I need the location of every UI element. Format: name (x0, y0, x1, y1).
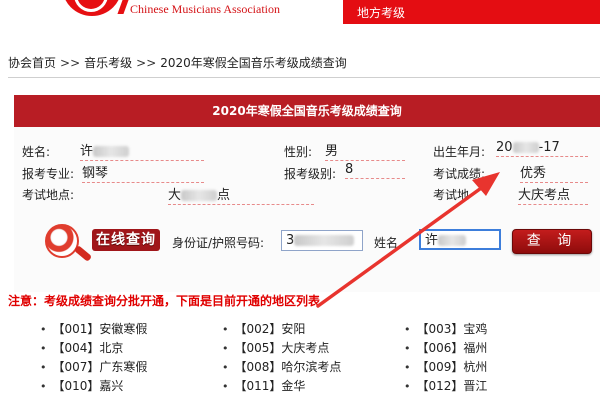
header-nav-bar: 地方考级 (343, 0, 600, 24)
birth-value: 20 -17 (496, 140, 588, 157)
region-item[interactable]: • 【001】安徽寒假 (40, 320, 147, 337)
site-label: 考试地点: (22, 188, 75, 202)
notice-text: 注意：考级成绩查询分批开通，下面是目前开通的地区列表 (8, 294, 321, 308)
redacted-mask (294, 235, 355, 246)
bullet-icon: • (222, 323, 229, 336)
site-value: 大点 (168, 184, 314, 205)
breadcrumb-current: 2020年寒假全国音乐考级成绩查询 (160, 56, 347, 70)
site-label-right: 考试地 (433, 188, 470, 202)
score-label: 考试成绩: (433, 167, 486, 181)
name-label: 姓名: (22, 145, 51, 159)
region-item[interactable]: • 【010】嘉兴 (40, 377, 123, 394)
redacted-mask (181, 190, 218, 201)
id-number-label: 身份证/护照号码: (172, 236, 265, 250)
bullet-icon: • (404, 342, 411, 355)
redacted-mask (438, 235, 467, 246)
region-item[interactable]: • 【005】大庆考点 (222, 339, 329, 356)
level-value: 8 (345, 162, 405, 179)
bullet-icon: • (222, 361, 229, 374)
breadcrumb-separator: >> (60, 56, 81, 70)
region-item[interactable]: • 【012】晋江 (404, 377, 487, 394)
region-item[interactable]: • 【002】安阳 (222, 320, 305, 337)
major-label: 报考专业: (22, 167, 75, 181)
region-item[interactable]: • 【008】哈尔滨考点 (222, 358, 341, 375)
logo-english-name: Chinese Musicians Association (130, 2, 280, 16)
major-value: 钢琴 (82, 162, 204, 183)
breadcrumb-music-exam[interactable]: 音乐考级 (84, 56, 132, 70)
bullet-icon: • (404, 323, 411, 336)
bullet-icon: • (40, 323, 47, 336)
query-submit-button[interactable]: 查 询 (512, 229, 592, 254)
region-item[interactable]: • 【004】北京 (40, 339, 123, 356)
logo-swash (117, 0, 129, 14)
bullet-icon: • (40, 342, 47, 355)
bullet-icon: • (404, 361, 411, 374)
score-value: 优秀 (520, 162, 588, 183)
breadcrumb-separator: >> (136, 56, 157, 70)
breadcrumb-home[interactable]: 协会首页 (8, 56, 56, 70)
gender-label: 性别: (284, 145, 313, 159)
redacted-mask (512, 142, 539, 153)
nav-local-exams[interactable]: 地方考级 (357, 4, 405, 21)
gender-value: 男 (325, 140, 405, 161)
magnifier-icon (45, 224, 79, 258)
site-header: Chinese Musicians Association 地方考级 (0, 0, 600, 24)
bullet-icon: • (222, 342, 229, 355)
bullet-icon: • (222, 380, 229, 393)
site-value-right: 大庆考点 (518, 184, 588, 205)
query-name-input[interactable]: 许 (419, 229, 501, 250)
level-label: 报考级别: (284, 167, 337, 181)
region-item[interactable]: • 【006】福州 (404, 339, 487, 356)
query-name-label: 姓名 (374, 236, 399, 250)
name-value: 许 (80, 140, 204, 161)
breadcrumb: 协会首页 >> 音乐考级 >> 2020年寒假全国音乐考级成绩查询 (8, 54, 347, 71)
region-item[interactable]: • 【007】广东寒假 (40, 358, 147, 375)
redacted-mask (93, 146, 130, 157)
region-item[interactable]: • 【003】宝鸡 (404, 320, 487, 337)
region-item[interactable]: • 【011】金华 (222, 377, 305, 394)
bullet-icon: • (40, 380, 47, 393)
id-number-input[interactable]: 3 (281, 230, 363, 251)
bullet-icon: • (404, 380, 411, 393)
region-item[interactable]: • 【009】杭州 (404, 358, 487, 375)
online-query-badge: 在线查询 (92, 229, 160, 251)
bullet-icon: • (40, 361, 47, 374)
birth-label: 出生年月: (433, 145, 486, 159)
divider (8, 77, 600, 78)
result-panel-title: 2020年寒假全国音乐考级成绩查询 (14, 95, 600, 127)
